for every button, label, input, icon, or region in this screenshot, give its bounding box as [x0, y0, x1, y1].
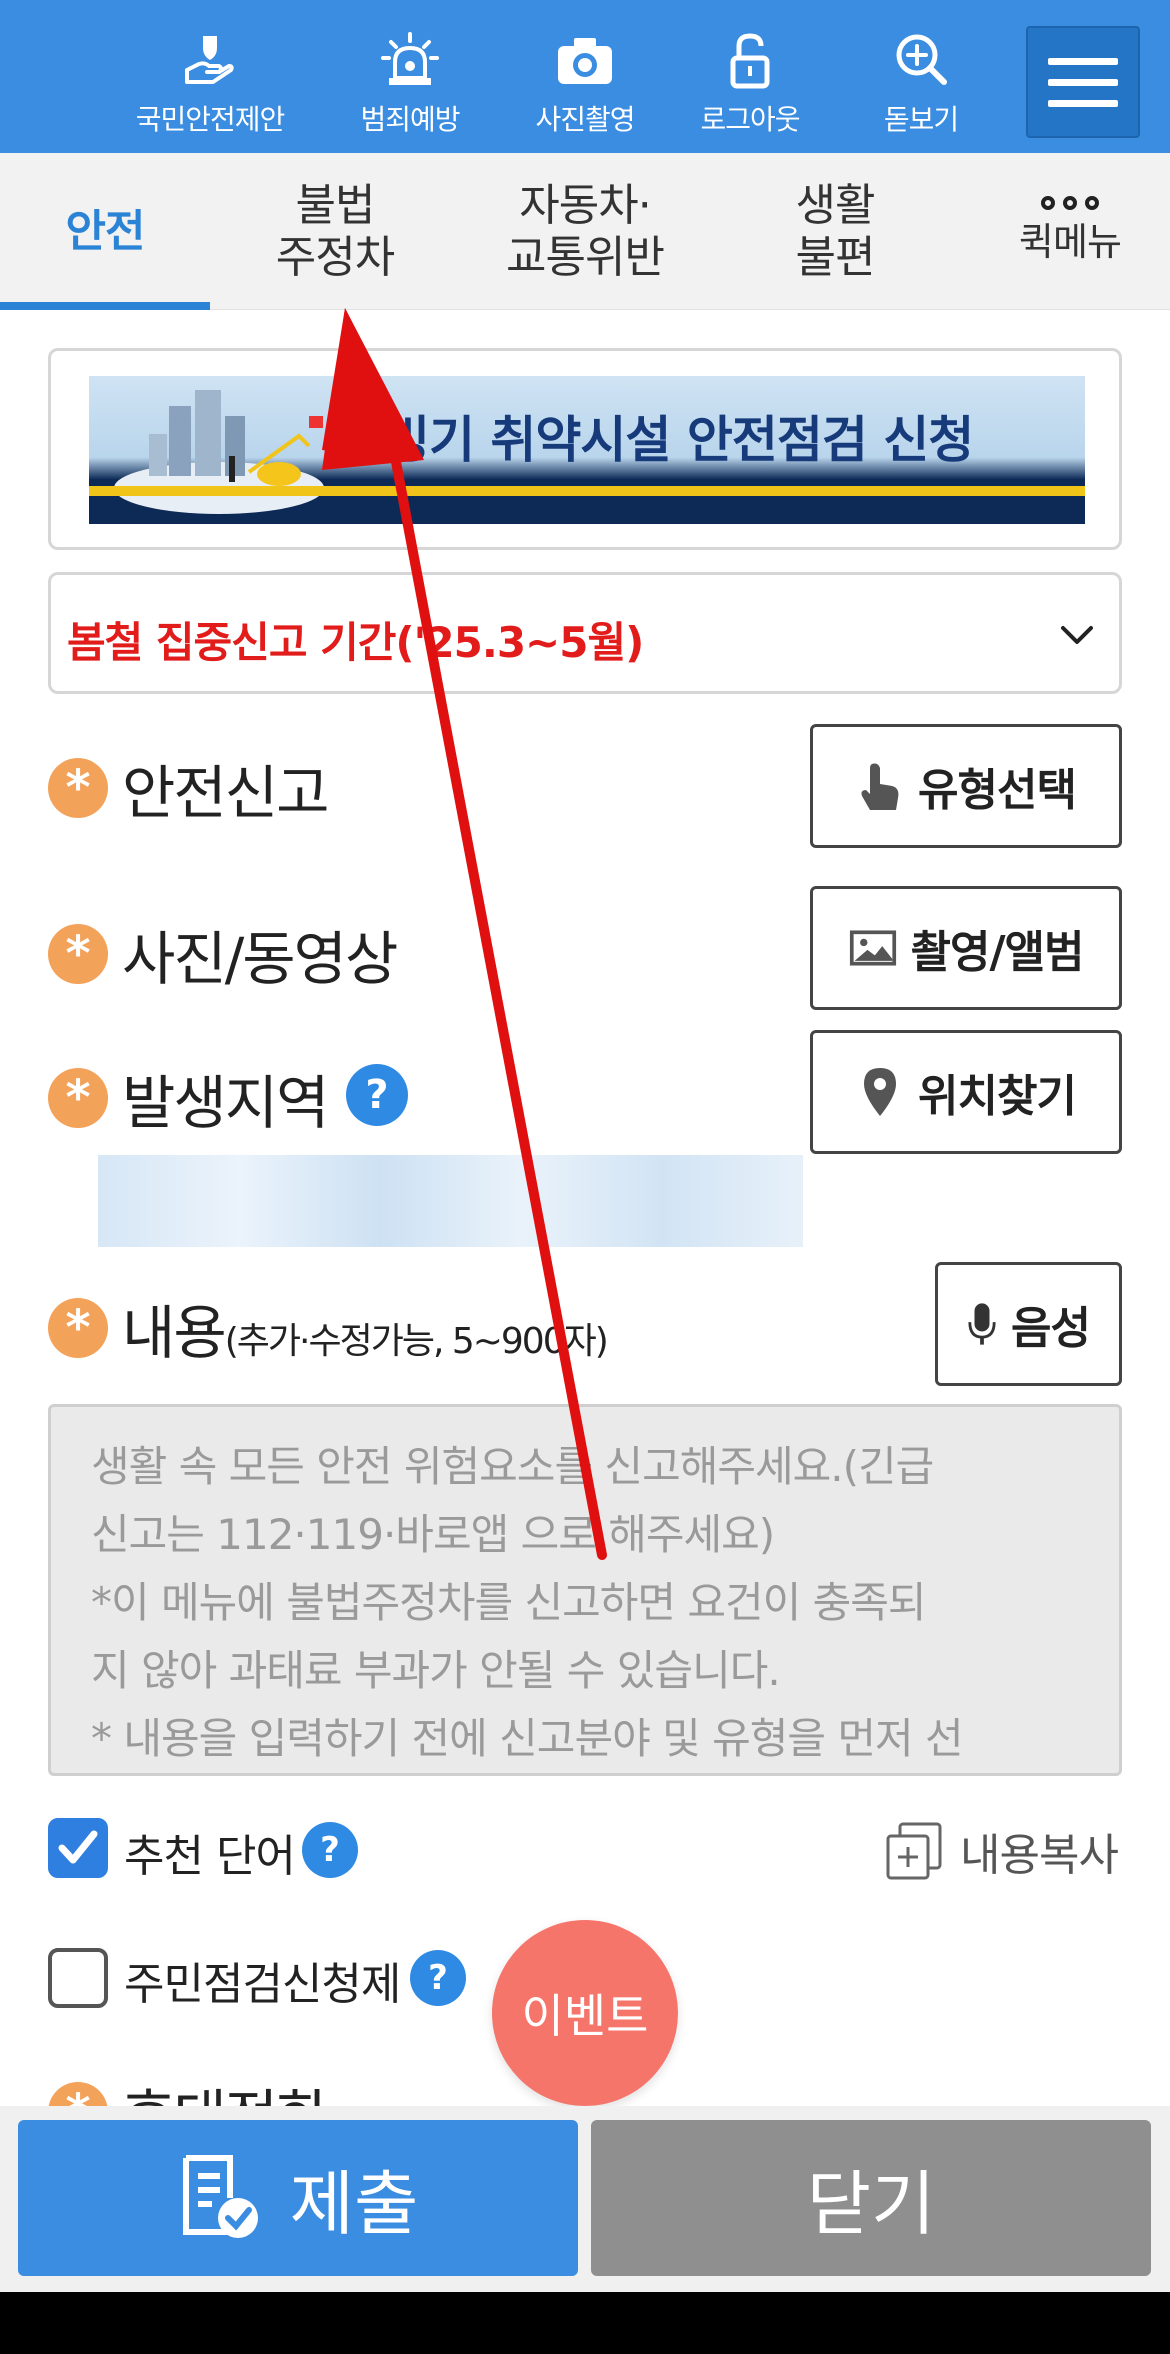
toolbar-label: 사진촬영 — [535, 103, 635, 136]
microphone-icon — [968, 1303, 996, 1345]
required-asterisk-icon: * — [48, 1298, 108, 1358]
required-asterisk-icon: * — [48, 924, 108, 984]
banner-container: 미빙기 취약시설 안전점검 신청 — [48, 348, 1122, 550]
toolbar-take-photo[interactable]: 사진촬영 — [500, 30, 670, 140]
copy-content-button[interactable]: 내용복사 — [884, 1818, 1119, 1884]
bottom-action-bar: 제출 닫기 — [0, 2106, 1170, 2292]
event-label: 이벤트 — [521, 1989, 649, 2043]
submit-label: 제출 — [289, 2162, 419, 2245]
banner-title: 미빙기 취약시설 안전점검 신청 — [339, 411, 974, 469]
image-icon — [849, 930, 896, 966]
map-pin-icon — [864, 1068, 897, 1116]
phone-label: 휴대전화 — [122, 2070, 329, 2110]
location-label: 발생지역 — [122, 1069, 329, 1137]
promo-banner[interactable]: 미빙기 취약시설 안전점검 신청 — [89, 376, 1085, 524]
tab-label: 생활 불편 — [795, 179, 876, 283]
toolbar-logout[interactable]: 로그아웃 — [665, 30, 835, 140]
tap-finger-icon — [861, 763, 899, 810]
placeholder-line: 지 않아 과태료 부과가 안될 수 있습니다. — [91, 1646, 781, 1695]
toolbar-label: 범죄예방 — [360, 103, 460, 136]
document-check-icon — [182, 2155, 258, 2238]
required-asterisk-icon: * — [48, 1068, 108, 1128]
tab-living-inconvenience[interactable]: 생활 불편 — [735, 153, 935, 310]
camera-album-button[interactable]: 촬영/앨범 — [810, 886, 1122, 1010]
placeholder-line: *이 메뉴에 불법주정차를 신고하면 요건이 충족되 — [91, 1578, 927, 1627]
media-label: 사진/동영상 — [122, 925, 398, 993]
category-tabs: 안전 불법 주정차 자동차· 교통위반 생활 불편 퀵메뉴 — [0, 153, 1170, 310]
content-label: 내용(추가·수정가능, 5~900자) — [122, 1299, 609, 1367]
recommend-words-label: 추천 단어 — [124, 1831, 296, 1882]
address-value-redacted — [98, 1155, 803, 1247]
tab-label: 안전 — [65, 205, 146, 257]
tab-label: 퀵메뉴 — [1019, 219, 1122, 264]
toolbar-label: 돋보기 — [883, 103, 959, 136]
active-tab-indicator — [0, 302, 210, 310]
find-location-label: 위치찾기 — [918, 1071, 1077, 1122]
content-textarea[interactable]: 생활 속 모든 안전 위험요소를 신고해주세요.(긴급 신고는 112·119·… — [48, 1404, 1122, 1776]
building-illustration — [114, 390, 324, 514]
toolbar-magnifier[interactable]: 돋보기 — [836, 30, 1006, 140]
campaign-select-value: 봄철 집중신고 기간('25.3~5월) — [67, 618, 644, 667]
toolbar-label: 국민안전제안 — [135, 103, 286, 136]
placeholder-line: 신고는 112·119·바로앱 으로 해주세요) — [91, 1510, 775, 1559]
hamburger-menu-icon — [1048, 57, 1118, 65]
toolbar-crime-prevention[interactable]: 범죄예방 — [325, 30, 495, 140]
siren-icon — [381, 32, 439, 85]
toolbar-safety-proposal[interactable]: 국민안전제안 — [125, 30, 295, 140]
banner-stripe — [89, 486, 1085, 496]
select-type-label: 유형선택 — [918, 765, 1077, 816]
location-help-icon[interactable]: ? — [346, 1064, 408, 1126]
required-asterisk-icon: * — [48, 758, 108, 818]
placeholder-line: * 내용을 입력하기 전에 신고분야 및 유형을 먼저 선 — [91, 1714, 964, 1763]
tab-quick-menu[interactable]: 퀵메뉴 — [985, 153, 1155, 310]
select-type-button[interactable]: 유형선택 — [810, 724, 1122, 848]
report-type-label: 안전신고 — [122, 759, 329, 827]
magnifier-plus-icon — [896, 34, 947, 85]
top-toolbar: 국민안전제안 범죄예방 사진촬영 로그아웃 돋보기 — [0, 0, 1170, 153]
close-label: 닫기 — [806, 2162, 936, 2245]
hamburger-menu-button[interactable] — [1026, 26, 1140, 138]
more-dots-icon — [1041, 195, 1099, 210]
recommend-words-checkbox[interactable] — [48, 1818, 108, 1878]
find-location-button[interactable]: 위치찾기 — [810, 1030, 1122, 1154]
resident-inspection-checkbox[interactable] — [48, 1948, 108, 2008]
checkmark-icon — [58, 1830, 98, 1864]
placeholder-line: 생활 속 모든 안전 위험요소를 신고해주세요.(긴급 — [91, 1442, 934, 1491]
camera-icon — [558, 38, 612, 84]
chevron-down-icon — [1061, 626, 1093, 644]
hand-shield-icon — [185, 36, 234, 84]
system-nav-bar — [0, 2292, 1170, 2354]
page: 국민안전제안 범죄예방 사진촬영 로그아웃 돋보기 안전 불법 주정차 자동차·… — [0, 0, 1170, 2354]
submit-button[interactable]: 제출 — [18, 2120, 578, 2276]
campaign-select[interactable]: 봄철 집중신고 기간('25.3~5월) — [48, 572, 1122, 694]
tab-safety[interactable]: 안전 — [0, 153, 210, 310]
recommend-help-icon[interactable]: ? — [302, 1822, 358, 1878]
event-floating-button[interactable]: 이벤트 — [492, 1920, 678, 2106]
resident-inspection-help-icon[interactable]: ? — [410, 1950, 466, 2006]
tab-label: 자동차· 교통위반 — [506, 179, 665, 283]
copy-add-icon — [886, 1822, 942, 1880]
unlock-icon — [730, 33, 770, 89]
close-button[interactable]: 닫기 — [591, 2120, 1151, 2276]
voice-input-button[interactable]: 음성 — [935, 1262, 1122, 1386]
resident-inspection-label: 주민점검신청제 — [124, 1959, 401, 2010]
tab-illegal-parking[interactable]: 불법 주정차 — [230, 153, 440, 310]
voice-input-label: 음성 — [1011, 1303, 1091, 1354]
content-hint: (추가·수정가능, 5~900자) — [224, 1321, 609, 1362]
camera-album-label: 촬영/앨범 — [910, 927, 1085, 978]
copy-content-label: 내용복사 — [960, 1830, 1119, 1881]
toolbar-label: 로그아웃 — [700, 103, 800, 136]
tab-vehicle-traffic[interactable]: 자동차· 교통위반 — [470, 153, 700, 310]
tab-label: 불법 주정차 — [275, 179, 395, 283]
